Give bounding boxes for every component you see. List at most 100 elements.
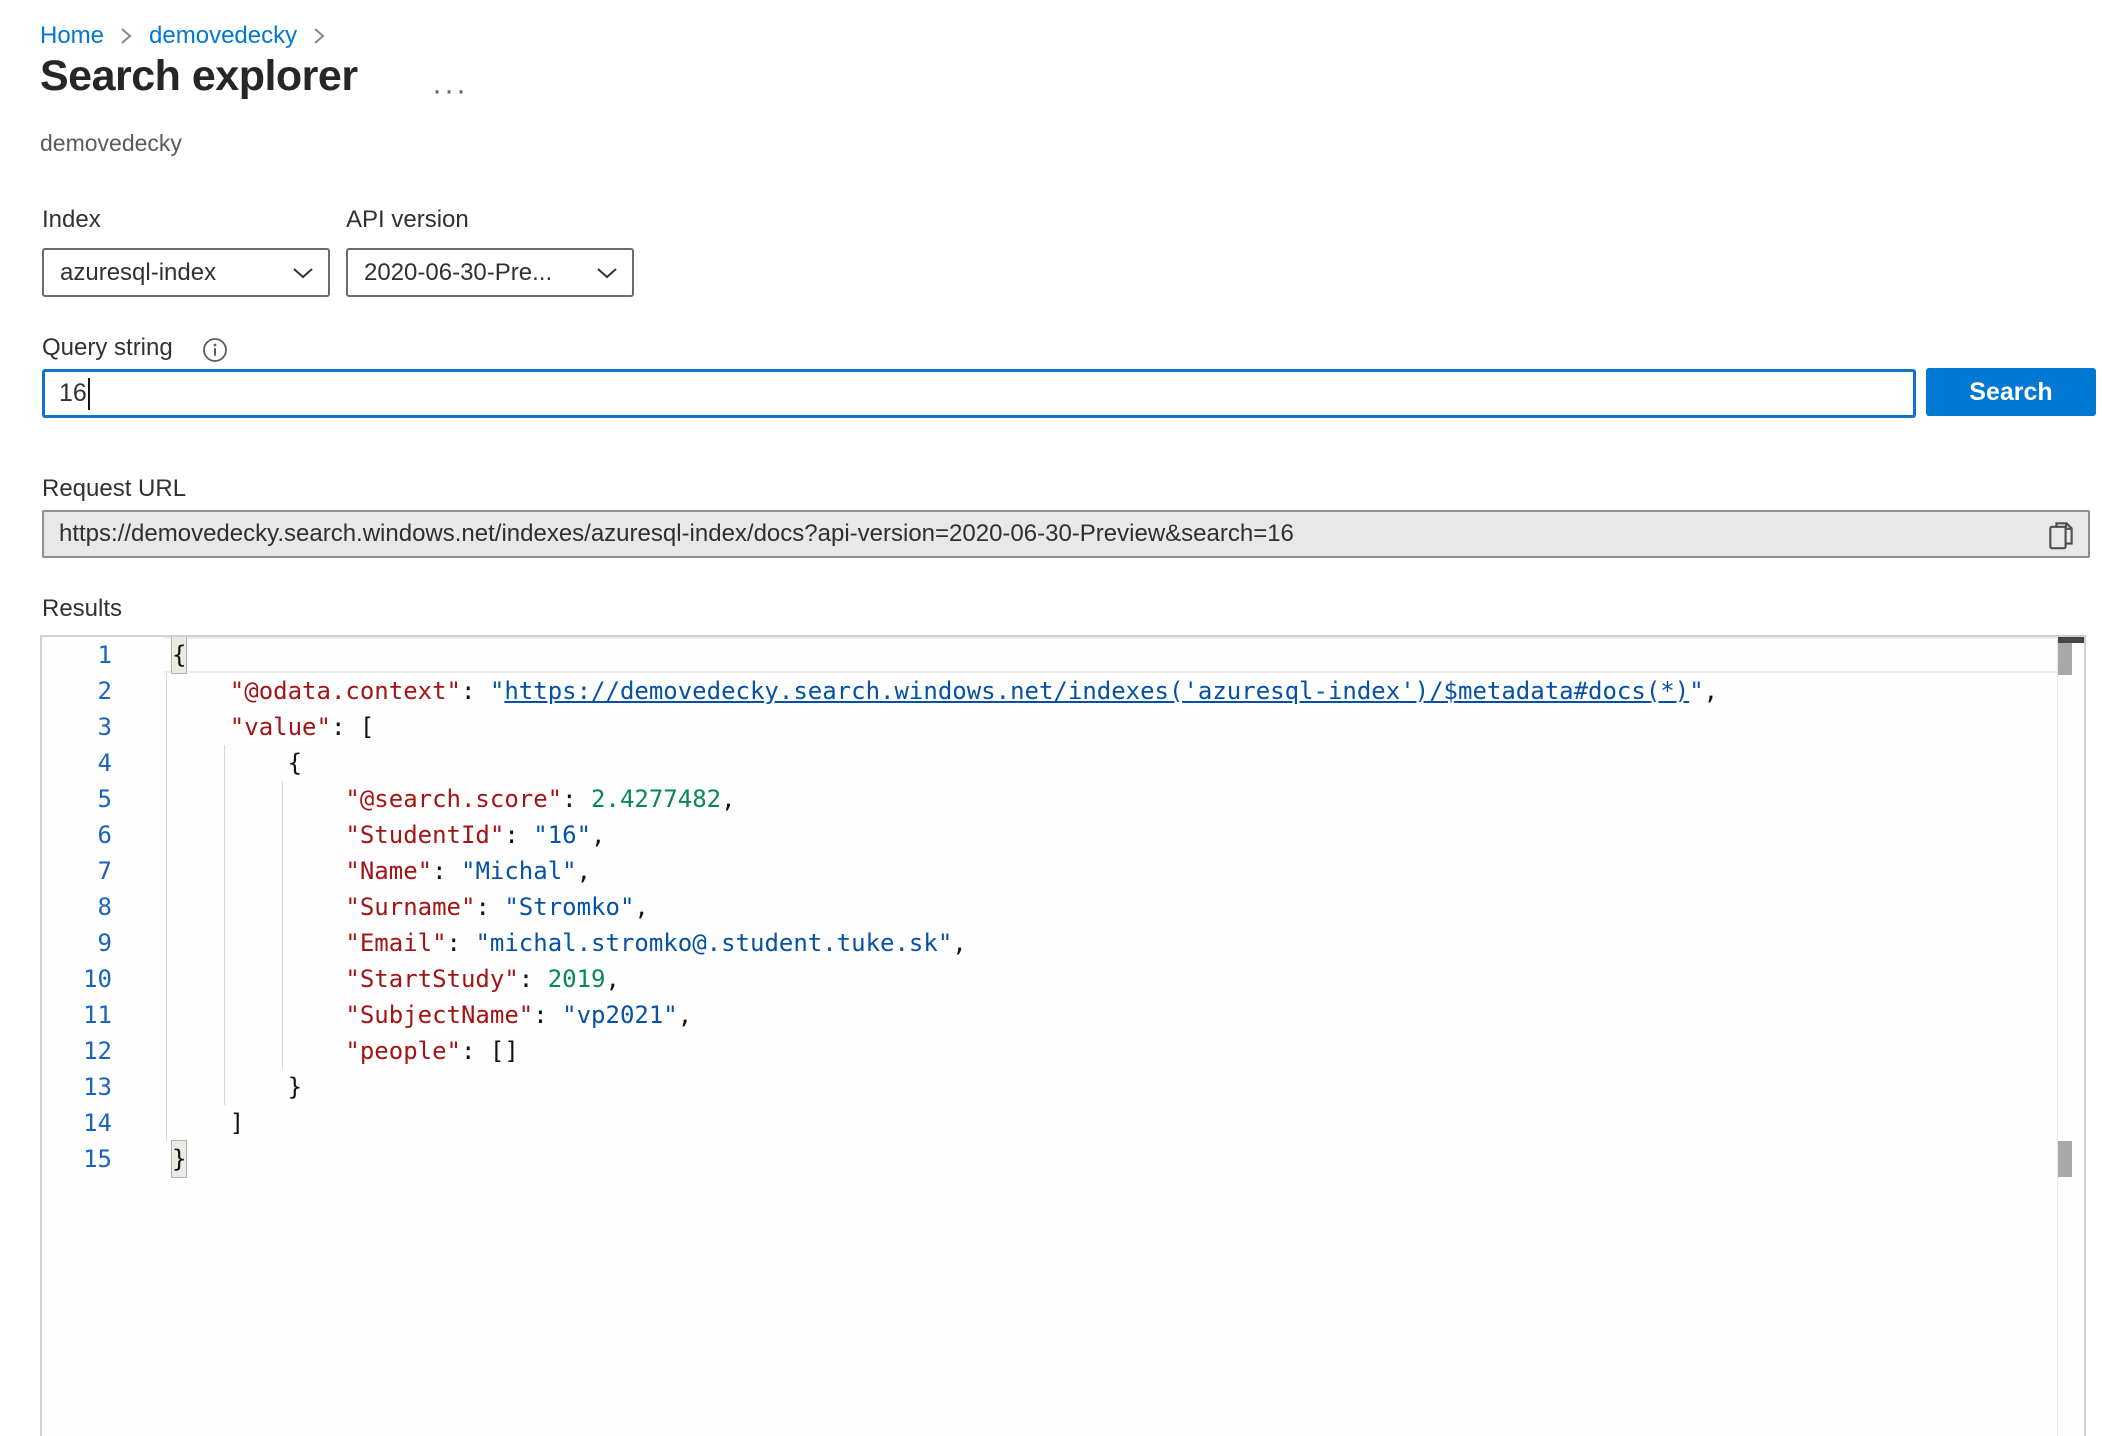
index-label: Index [42, 206, 101, 234]
request-url-label: Request URL [42, 475, 186, 503]
code-token: "@search.score" [345, 785, 562, 813]
code-text: { [172, 745, 302, 781]
code-line: 11 "SubjectName": "vp2021", [42, 997, 2084, 1033]
line-number[interactable]: 11 [42, 997, 112, 1033]
code-line: 4 { [42, 745, 2084, 781]
code-text: } [172, 1069, 302, 1105]
code-token [172, 893, 345, 921]
code-text: "people": [] [172, 1033, 519, 1069]
code-line: 13 } [42, 1069, 2084, 1105]
code-token: "michal.stromko@.student.tuke.sk" [475, 929, 952, 957]
chevron-right-icon [120, 26, 133, 46]
code-token: " [1689, 677, 1703, 705]
code-token: { [172, 637, 186, 673]
code-line: 8 "Surname": "Stromko", [42, 889, 2084, 925]
line-number[interactable]: 6 [42, 817, 112, 853]
page-title: Search explorer [40, 52, 358, 101]
code-token [172, 821, 345, 849]
code-token: { [172, 749, 302, 777]
results-code-editor[interactable]: 1 {2 "@odata.context": "https://demovedec… [40, 635, 2086, 1436]
code-token: : [432, 857, 461, 885]
code-line: 12 "people": [] [42, 1033, 2084, 1069]
text-cursor [88, 378, 90, 410]
code-token [172, 965, 345, 993]
search-button[interactable]: Search [1926, 368, 2096, 416]
code-line: 5 "@search.score": 2.4277482, [42, 781, 2084, 817]
code-token: "people" [345, 1037, 461, 1065]
code-token: , [605, 965, 619, 993]
chevron-right-icon [313, 26, 326, 46]
code-token: " [490, 677, 504, 705]
bracket-match-marker [2058, 643, 2072, 675]
index-dropdown-value: azuresql-index [60, 259, 292, 287]
code-token: } [172, 1141, 186, 1177]
line-number[interactable]: 5 [42, 781, 112, 817]
api-version-dropdown[interactable]: 2020-06-30-Pre... [346, 248, 634, 297]
request-url-field[interactable]: https://demovedecky.search.windows.net/i… [42, 510, 2090, 558]
code-token: 2.4277482 [591, 785, 721, 813]
code-token: 2019 [548, 965, 606, 993]
code-text: ] [172, 1105, 244, 1141]
request-url-value: https://demovedecky.search.windows.net/i… [59, 520, 1294, 548]
code-line: 9 "Email": "michal.stromko@.student.tuke… [42, 925, 2084, 961]
copy-icon[interactable] [2048, 520, 2074, 552]
code-token: : [562, 785, 591, 813]
code-token [172, 857, 345, 885]
code-text: } [172, 1141, 186, 1177]
code-token: ] [172, 1109, 244, 1137]
code-token: : [533, 1001, 562, 1029]
page-subtitle: demovedecky [40, 130, 182, 157]
code-token [172, 677, 230, 705]
code-token: "Stromko" [504, 893, 634, 921]
code-token [172, 785, 345, 813]
line-number[interactable]: 13 [42, 1069, 112, 1105]
code-token: : [447, 929, 476, 957]
overview-ruler-scrollbar[interactable] [2057, 637, 2084, 1436]
line-number[interactable]: 1 [42, 637, 112, 673]
breadcrumb-link-demovedecky[interactable]: demovedecky [149, 22, 297, 50]
code-token [172, 713, 230, 741]
code-text: "Name": "Michal", [172, 853, 591, 889]
code-token: : [504, 821, 533, 849]
code-token: : [ [331, 713, 374, 741]
line-number[interactable]: 3 [42, 709, 112, 745]
code-line: 7 "Name": "Michal", [42, 853, 2084, 889]
code-line: 6 "StudentId": "16", [42, 817, 2084, 853]
code-token: "vp2021" [562, 1001, 678, 1029]
query-input[interactable]: 16 [42, 369, 1916, 418]
code-text: "StartStudy": 2019, [172, 961, 620, 997]
code-token: , [634, 893, 648, 921]
line-number[interactable]: 8 [42, 889, 112, 925]
breadcrumb: Home demovedecky [40, 22, 342, 50]
code-token: "value" [230, 713, 331, 741]
line-number[interactable]: 2 [42, 673, 112, 709]
more-options-button[interactable]: ··· [432, 74, 468, 108]
line-number[interactable]: 7 [42, 853, 112, 889]
code-token [172, 1037, 345, 1065]
code-line: 10 "StartStudy": 2019, [42, 961, 2084, 997]
code-text: { [172, 637, 186, 673]
line-number[interactable]: 10 [42, 961, 112, 997]
code-token: "Name" [345, 857, 432, 885]
code-lines: 1 {2 "@odata.context": "https://demovedec… [42, 637, 2084, 1177]
info-icon[interactable] [202, 337, 228, 363]
index-dropdown[interactable]: azuresql-index [42, 248, 330, 297]
line-number[interactable]: 15 [42, 1141, 112, 1177]
code-text: "@search.score": 2.4277482, [172, 781, 736, 817]
code-line: 2 "@odata.context": "https://demovedecky… [42, 673, 2084, 709]
breadcrumb-link-home[interactable]: Home [40, 22, 104, 50]
code-line: 15} [42, 1141, 2084, 1177]
code-token: "@odata.context" [230, 677, 461, 705]
code-token: : [519, 965, 548, 993]
line-number[interactable]: 4 [42, 745, 112, 781]
code-token: https://demovedecky.search.windows.net/i… [504, 677, 1689, 705]
code-token: , [721, 785, 735, 813]
line-number[interactable]: 9 [42, 925, 112, 961]
line-number[interactable]: 14 [42, 1105, 112, 1141]
code-token: "16" [533, 821, 591, 849]
code-text: "@odata.context": "https://demovedecky.s… [172, 673, 1718, 709]
code-token: "StartStudy" [345, 965, 518, 993]
api-version-dropdown-value: 2020-06-30-Pre... [364, 259, 596, 287]
line-number[interactable]: 12 [42, 1033, 112, 1069]
code-token: "Michal" [461, 857, 577, 885]
